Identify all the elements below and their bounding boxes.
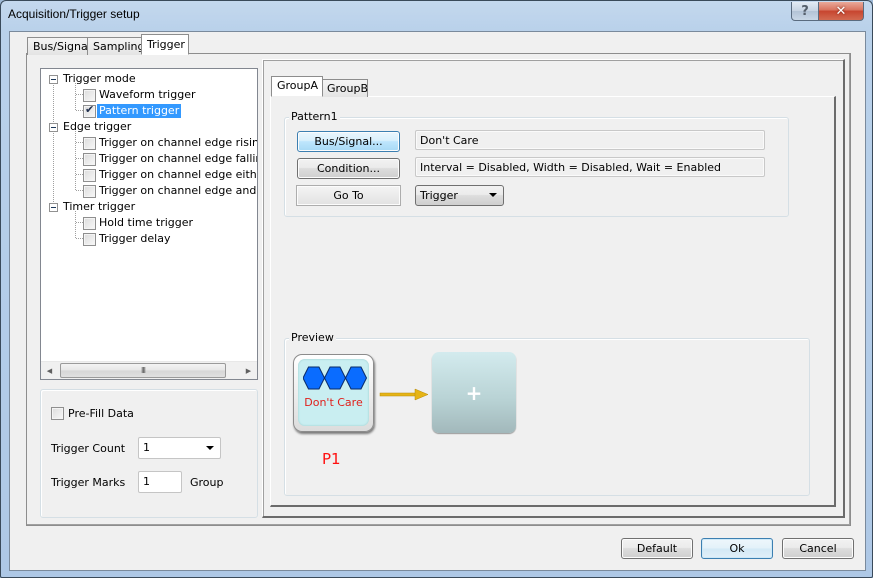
scroll-right-icon[interactable]: ▶ (240, 362, 257, 379)
chevron-down-icon (206, 446, 214, 450)
hexagon-icon (344, 366, 367, 390)
pattern-trigger-checkbox[interactable] (83, 103, 96, 118)
bus-signal-button[interactable]: Bus/Signal... (297, 131, 400, 152)
tree-item-edge-and-pattern[interactable]: Trigger on channel edge and patt (83, 183, 257, 199)
tree-horizontal-scrollbar[interactable]: ◀ III ▶ (41, 361, 257, 379)
tab-groupb[interactable]: GroupB (322, 79, 368, 97)
scroll-left-icon[interactable]: ◀ (41, 362, 58, 379)
pattern1-title: Pattern1 (289, 110, 340, 123)
ok-button[interactable]: Ok (701, 538, 773, 559)
close-icon: ✕ (835, 3, 847, 19)
close-button[interactable]: ✕ (818, 2, 864, 21)
preview-title: Preview (289, 331, 336, 344)
tree-connector (75, 83, 76, 111)
collapse-icon[interactable] (49, 202, 58, 212)
help-icon: ? (801, 3, 809, 19)
plus-icon: + (465, 380, 483, 405)
trigger-count-label: Trigger Count (51, 442, 126, 455)
trigger-count-select[interactable]: 1 (138, 437, 221, 459)
title-bar[interactable]: Acquisition/Trigger setup ? ✕ (1, 1, 872, 31)
arrow-right-icon (379, 388, 429, 401)
trigger-tree-view[interactable]: Trigger mode Waveform trigger Pattern tr… (40, 68, 258, 380)
tree-item-edge-rising[interactable]: Trigger on channel edge rising (83, 135, 257, 151)
add-pattern-button[interactable]: + (432, 352, 516, 433)
chevron-down-icon (489, 193, 497, 197)
goto-select[interactable]: Trigger (415, 185, 504, 206)
tab-groupa[interactable]: GroupA (271, 76, 323, 97)
collapse-icon[interactable] (49, 74, 58, 84)
tree-group-timer-trigger[interactable]: Timer trigger (49, 199, 137, 215)
help-button[interactable]: ? (791, 2, 819, 21)
trigger-delay-checkbox[interactable] (83, 232, 96, 246)
prefill-data-label: Pre-Fill Data (68, 407, 134, 420)
pattern-node-text: Don't Care (304, 396, 363, 409)
edge-falling-checkbox[interactable] (83, 152, 96, 166)
tab-trigger[interactable]: Trigger (141, 34, 189, 55)
edge-rising-checkbox[interactable] (83, 136, 96, 150)
tree-connector (53, 83, 54, 211)
goto-button[interactable]: Go To (296, 185, 401, 206)
default-button[interactable]: Default (621, 538, 693, 559)
tree-item-waveform-trigger[interactable]: Waveform trigger (83, 87, 197, 103)
pattern-node-p1[interactable]: Don't Care (293, 354, 374, 432)
scroll-thumb[interactable]: III (60, 363, 226, 378)
hexagon-icon (303, 366, 326, 390)
trigger-marks-unit: Group (190, 476, 224, 489)
hold-time-checkbox[interactable] (83, 216, 96, 230)
prefill-data-option[interactable]: Pre-Fill Data (51, 407, 134, 420)
trigger-marks-label: Trigger Marks (51, 476, 126, 489)
condition-button[interactable]: Condition... (297, 158, 400, 179)
condition-value: Interval = Disabled, Width = Disabled, W… (415, 157, 765, 177)
tree-item-edge-either[interactable]: Trigger on channel edge either (83, 167, 257, 183)
pattern-node-label: P1 (322, 450, 341, 468)
window-title: Acquisition/Trigger setup (8, 7, 140, 21)
tree-item-pattern-trigger[interactable]: Pattern trigger (83, 103, 182, 119)
tab-bus-signal[interactable]: Bus/Signal (27, 37, 91, 55)
bus-signal-value: Don't Care (415, 130, 765, 150)
tree-group-trigger-mode[interactable]: Trigger mode (49, 71, 138, 87)
prefill-data-checkbox[interactable] (51, 407, 64, 420)
hexagon-pattern-icon (303, 366, 367, 390)
tree-group-edge-trigger[interactable]: Edge trigger (49, 119, 133, 135)
tab-sampling[interactable]: Sampling (87, 37, 145, 55)
tree-item-trigger-delay[interactable]: Trigger delay (83, 231, 173, 247)
tree-connector (75, 131, 76, 191)
cancel-button[interactable]: Cancel (782, 538, 854, 559)
collapse-icon[interactable] (49, 122, 58, 132)
edge-either-checkbox[interactable] (83, 168, 96, 182)
tree-connector (75, 211, 76, 239)
tree-item-edge-falling[interactable]: Trigger on channel edge falling (83, 151, 257, 167)
waveform-trigger-checkbox[interactable] (83, 88, 96, 102)
trigger-marks-input[interactable]: 1 (138, 471, 182, 493)
edge-and-pattern-checkbox[interactable] (83, 184, 96, 198)
tree-item-hold-time[interactable]: Hold time trigger (83, 215, 195, 231)
grip-icon: III (140, 366, 146, 375)
hexagon-icon (323, 366, 347, 390)
